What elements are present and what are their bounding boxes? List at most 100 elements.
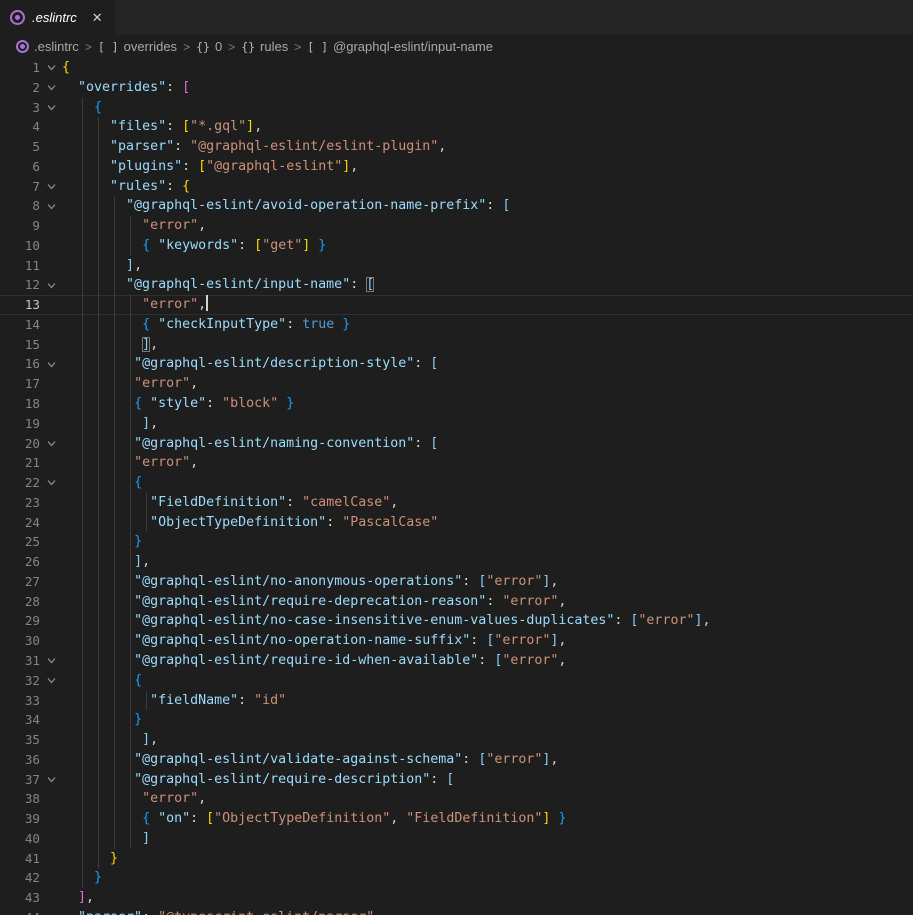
code-line[interactable]: 6 "plugins": ["@graphql-eslint"], xyxy=(0,157,913,177)
fold-chevron-icon[interactable] xyxy=(40,58,62,78)
line-number: 1 xyxy=(0,58,40,78)
code-line[interactable]: 22 { xyxy=(0,473,913,493)
code-line[interactable]: 2 "overrides": [ xyxy=(0,78,913,98)
code-text: "@graphql-eslint/no-anonymous-operations… xyxy=(62,572,913,592)
code-line[interactable]: 9 "error", xyxy=(0,216,913,236)
fold-chevron-icon[interactable] xyxy=(40,98,62,118)
fold-chevron-icon[interactable] xyxy=(40,770,62,790)
breadcrumb-item-overrides[interactable]: [ ]overrides xyxy=(98,39,177,54)
fold-chevron-icon[interactable] xyxy=(40,473,62,493)
code-line[interactable]: 13 "error", xyxy=(0,295,913,315)
code-line[interactable]: 3 { xyxy=(0,98,913,118)
indent-guide xyxy=(130,572,131,592)
punctuation: , xyxy=(390,495,398,510)
fold-gutter-spacer xyxy=(40,809,62,829)
json-key: "@graphql-eslint/require-id-when-availab… xyxy=(134,653,478,668)
indent-guide xyxy=(114,592,115,612)
symbol-array-icon: [ ] xyxy=(307,40,328,54)
code-line[interactable]: 18 { "style": "block" } xyxy=(0,394,913,414)
code-line[interactable]: 11 ], xyxy=(0,256,913,276)
indent-guide xyxy=(130,671,131,691)
fold-chevron-icon[interactable] xyxy=(40,275,62,295)
punctuation: : xyxy=(182,159,198,174)
fold-chevron-icon[interactable] xyxy=(40,434,62,454)
indent-guide xyxy=(98,473,99,493)
code-line[interactable]: 43 ], xyxy=(0,888,913,908)
code-line[interactable]: 41 } xyxy=(0,849,913,869)
bracket: } xyxy=(94,870,102,885)
code-line[interactable]: 37 "@graphql-eslint/require-description"… xyxy=(0,770,913,790)
bracket: } xyxy=(286,396,294,411)
fold-chevron-icon[interactable] xyxy=(40,177,62,197)
bracket: { xyxy=(134,475,142,490)
json-key: "parser" xyxy=(78,910,142,915)
indent-guide xyxy=(98,236,99,256)
punctuation: , xyxy=(702,613,710,628)
code-line[interactable]: 33 "fieldName": "id" xyxy=(0,691,913,711)
code-text: ], xyxy=(62,888,913,908)
breadcrumb-item--eslintrc[interactable]: .eslintrc xyxy=(16,39,79,54)
indent-guide xyxy=(114,236,115,256)
code-line[interactable]: 17 "error", xyxy=(0,374,913,394)
breadcrumb-item-0[interactable]: {}0 xyxy=(196,39,222,54)
code-line[interactable]: 8 "@graphql-eslint/avoid-operation-name-… xyxy=(0,196,913,216)
code-line[interactable]: 1{ xyxy=(0,58,913,78)
gutter: 32 xyxy=(0,671,62,691)
code-line[interactable]: 36 "@graphql-eslint/validate-against-sch… xyxy=(0,750,913,770)
code-editor[interactable]: 1{2 "overrides": [3 {4 "files": ["*.gql"… xyxy=(0,58,913,915)
code-line[interactable]: 14 { "checkInputType": true } xyxy=(0,315,913,335)
breadcrumb-item-rules[interactable]: {}rules xyxy=(241,39,288,54)
code-line[interactable]: 35 ], xyxy=(0,730,913,750)
indent-guide xyxy=(114,275,115,295)
code-line[interactable]: 10 { "keywords": ["get"] } xyxy=(0,236,913,256)
code-line[interactable]: 16 "@graphql-eslint/description-style": … xyxy=(0,354,913,374)
line-number: 22 xyxy=(0,473,40,493)
code-line[interactable]: 34 } xyxy=(0,710,913,730)
code-line[interactable]: 30 "@graphql-eslint/no-operation-name-su… xyxy=(0,631,913,651)
code-line[interactable]: 20 "@graphql-eslint/naming-convention": … xyxy=(0,434,913,454)
close-icon[interactable]: ✕ xyxy=(92,11,103,24)
code-line[interactable]: 38 "error", xyxy=(0,789,913,809)
indent-guide xyxy=(82,374,83,394)
fold-chevron-icon[interactable] xyxy=(40,196,62,216)
line-number: 21 xyxy=(0,453,40,473)
code-line[interactable]: 12 "@graphql-eslint/input-name": [ xyxy=(0,275,913,295)
code-line[interactable]: 24 "ObjectTypeDefinition": "PascalCase" xyxy=(0,513,913,533)
code-line[interactable]: 21 "error", xyxy=(0,453,913,473)
bracket: ] xyxy=(142,831,150,846)
punctuation: : xyxy=(286,495,302,510)
code-line[interactable]: 44 "parser": "@typescript-eslint/parser"… xyxy=(0,908,913,915)
code-line[interactable]: 31 "@graphql-eslint/require-id-when-avai… xyxy=(0,651,913,671)
json-key: "@graphql-eslint/description-style" xyxy=(134,356,414,371)
code-text: "@graphql-eslint/naming-convention": [ xyxy=(62,434,913,454)
fold-chevron-icon[interactable] xyxy=(40,354,62,374)
line-number: 18 xyxy=(0,394,40,414)
code-text: "FieldDefinition": "camelCase", xyxy=(62,493,913,513)
code-line[interactable]: 4 "files": ["*.gql"], xyxy=(0,117,913,137)
fold-chevron-icon[interactable] xyxy=(40,671,62,691)
code-line[interactable]: 32 { xyxy=(0,671,913,691)
code-line[interactable]: 27 "@graphql-eslint/no-anonymous-operati… xyxy=(0,572,913,592)
indent-guide xyxy=(130,295,131,315)
code-line[interactable]: 23 "FieldDefinition": "camelCase", xyxy=(0,493,913,513)
tab-eslintrc[interactable]: .eslintrc ✕ xyxy=(0,0,115,35)
code-line[interactable]: 40 ] xyxy=(0,829,913,849)
code-line[interactable]: 25 } xyxy=(0,532,913,552)
code-text: ], xyxy=(62,552,913,572)
breadcrumb-item--graphql-eslint-input-name[interactable]: [ ]@graphql-eslint/input-name xyxy=(307,39,493,54)
gutter: 13 xyxy=(0,295,62,315)
gutter: 33 xyxy=(0,691,62,711)
indent-guide xyxy=(82,513,83,533)
code-line[interactable]: 39 { "on": ["ObjectTypeDefinition", "Fie… xyxy=(0,809,913,829)
code-line[interactable]: 42 } xyxy=(0,868,913,888)
code-line[interactable]: 19 ], xyxy=(0,414,913,434)
fold-gutter-spacer xyxy=(40,256,62,276)
code-line[interactable]: 29 "@graphql-eslint/no-case-insensitive-… xyxy=(0,611,913,631)
code-line[interactable]: 15 ], xyxy=(0,335,913,355)
fold-chevron-icon[interactable] xyxy=(40,78,62,98)
code-line[interactable]: 26 ], xyxy=(0,552,913,572)
code-line[interactable]: 5 "parser": "@graphql-eslint/eslint-plug… xyxy=(0,137,913,157)
code-line[interactable]: 7 "rules": { xyxy=(0,177,913,197)
code-line[interactable]: 28 "@graphql-eslint/require-deprecation-… xyxy=(0,592,913,612)
fold-chevron-icon[interactable] xyxy=(40,651,62,671)
